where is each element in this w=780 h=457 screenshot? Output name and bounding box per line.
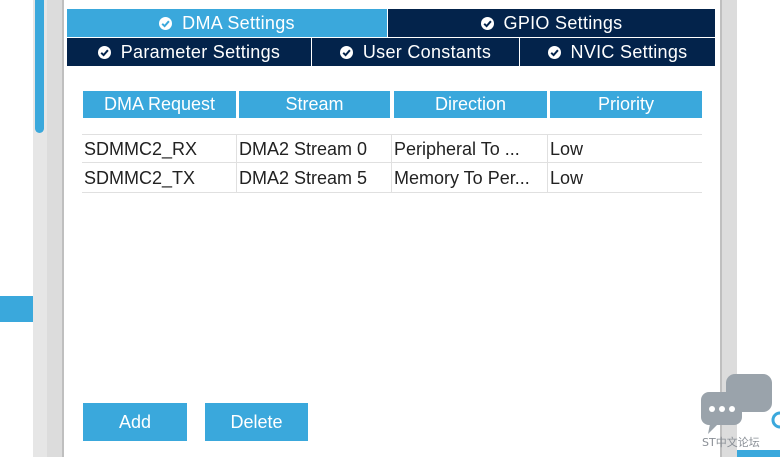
table-row[interactable]: SDMMC2_TX DMA2 Stream 5 Memory To Per...…	[82, 164, 702, 193]
check-circle-icon	[339, 45, 353, 59]
cell-dma-request: SDMMC2_RX	[84, 139, 198, 159]
watermark-text: ST中文论坛	[702, 436, 760, 449]
cell-priority: Low	[547, 135, 702, 164]
column-header-label: Stream	[285, 94, 344, 114]
add-button[interactable]: Add	[83, 403, 187, 441]
delete-button[interactable]: Delete	[205, 403, 308, 441]
cell-priority: Low	[547, 164, 702, 193]
tab-user-constants[interactable]: User Constants	[312, 38, 519, 66]
tab-dma-settings[interactable]: DMA Settings	[67, 9, 387, 37]
column-header-label: Direction	[434, 94, 507, 114]
column-header-priority[interactable]: Priority	[550, 91, 702, 118]
left-scrollbar-thumb[interactable]	[35, 0, 44, 133]
tab-parameter-settings[interactable]: Parameter Settings	[67, 38, 311, 66]
check-circle-icon	[97, 45, 111, 59]
add-button-label: Add	[118, 411, 152, 432]
check-circle-icon	[547, 45, 561, 59]
column-header-direction[interactable]: Direction	[394, 91, 547, 118]
column-header-dma-request[interactable]: DMA Request	[83, 91, 236, 118]
config-panel	[62, 0, 722, 457]
tab-gpio-settings[interactable]: GPIO Settings	[388, 9, 715, 37]
tab-nvic-settings[interactable]: NVIC Settings	[520, 38, 715, 66]
check-circle-icon	[480, 16, 494, 30]
cell-stream: DMA2 Stream 0	[236, 135, 391, 164]
tab-label: GPIO Settings	[503, 12, 623, 33]
column-header-label: Priority	[597, 94, 654, 114]
column-header-label: DMA Request	[103, 94, 216, 114]
cell-direction: Peripheral To ...	[391, 135, 547, 164]
left-selected-item[interactable]	[0, 296, 33, 322]
check-circle-icon	[159, 16, 173, 30]
delete-button-label: Delete	[230, 411, 283, 432]
cell-direction: Memory To Per...	[391, 164, 547, 193]
column-header-stream[interactable]: Stream	[239, 91, 390, 118]
cell-stream: DMA2 Stream 5	[236, 164, 391, 193]
tab-label: Parameter Settings	[120, 41, 281, 62]
tab-label: DMA Settings	[182, 12, 295, 33]
tab-label: NVIC Settings	[570, 41, 688, 62]
tab-label: User Constants	[362, 41, 492, 62]
table-row[interactable]: SDMMC2_RX DMA2 Stream 0 Peripheral To ..…	[82, 134, 702, 164]
cell-dma-request: SDMMC2_TX	[84, 168, 196, 188]
